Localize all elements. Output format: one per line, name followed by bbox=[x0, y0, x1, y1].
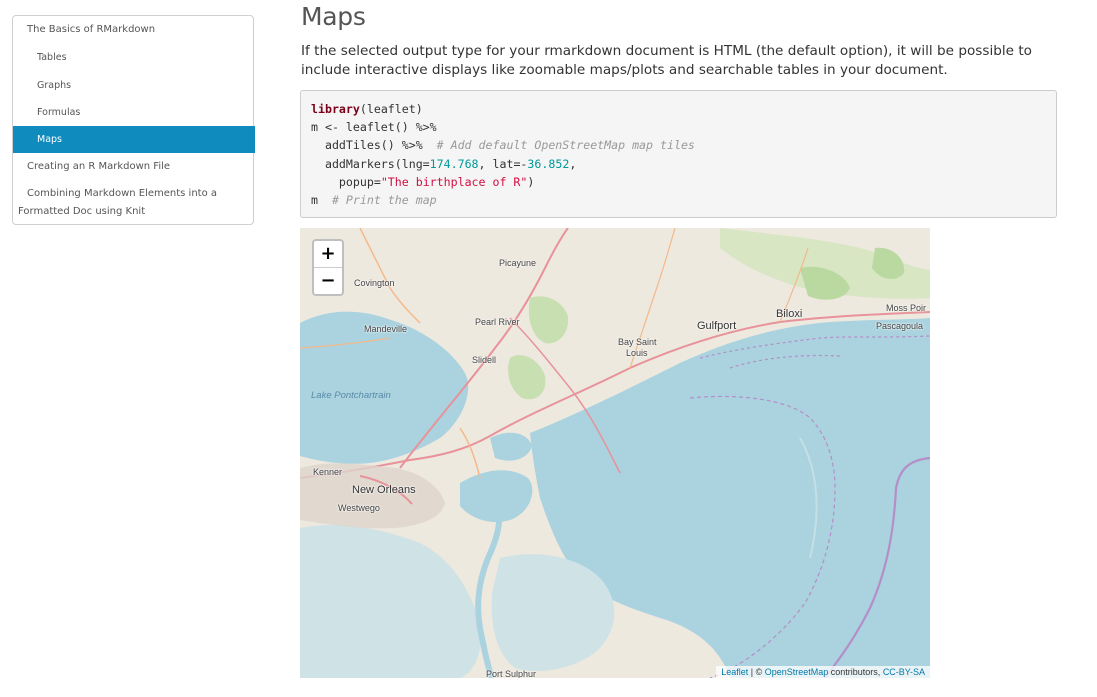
code-text: popup= bbox=[311, 174, 381, 189]
table-of-contents: The Basics of RMarkdown Tables Graphs Fo… bbox=[12, 15, 255, 225]
code-text: m bbox=[311, 193, 332, 208]
code-keyword: library bbox=[311, 102, 360, 116]
place-label-covington: Covington bbox=[354, 278, 395, 288]
map-tiles[interactable] bbox=[300, 228, 930, 678]
place-label-pearl-river: Pearl River bbox=[475, 317, 520, 327]
toc-item-combining-elements-line2[interactable]: Formatted Doc using Knit bbox=[13, 205, 253, 219]
place-label-slidell: Slidell bbox=[472, 355, 497, 365]
place-label-biloxi: Biloxi bbox=[776, 308, 803, 320]
code-number: 174.768 bbox=[429, 156, 479, 171]
code-text: , lat=- bbox=[478, 156, 528, 171]
code-block: library(leaflet) m <- leaflet() %>% addT… bbox=[300, 90, 1057, 218]
code-comment: # Add default OpenStreetMap map tiles bbox=[436, 138, 695, 153]
attribution-separator: | © bbox=[748, 667, 765, 677]
openstreetmap-link[interactable]: OpenStreetMap bbox=[765, 667, 829, 677]
toc-item-tables[interactable]: Tables bbox=[13, 51, 253, 65]
place-label-kenner: Kenner bbox=[313, 467, 343, 477]
place-label-port-sulphur: Port Sulphur bbox=[486, 669, 537, 678]
code-text: addTiles() %>% bbox=[311, 138, 437, 153]
place-label-bay-saint-louis-2: Louis bbox=[626, 348, 648, 358]
attribution-contributors: contributors, bbox=[828, 667, 883, 677]
leaflet-map[interactable]: Picayune Covington Mandeville Pearl Rive… bbox=[300, 228, 930, 678]
code-number: 36.852 bbox=[527, 156, 570, 171]
place-label-mandeville: Mandeville bbox=[364, 324, 408, 334]
code-text: addMarkers(lng= bbox=[311, 156, 430, 171]
zoom-in-button[interactable]: + bbox=[314, 241, 342, 268]
place-label-westwego: Westwego bbox=[338, 503, 380, 513]
place-label-new-orleans: New Orleans bbox=[352, 484, 416, 496]
intro-paragraph: If the selected output type for your rma… bbox=[301, 43, 1032, 78]
toc-item-formulas[interactable]: Formulas bbox=[13, 106, 253, 120]
code-text: m <- leaflet() %>% bbox=[311, 120, 437, 135]
code-string: "The birthplace of R" bbox=[380, 174, 528, 189]
place-label-moss-point: Moss Poir bbox=[886, 303, 927, 313]
license-link[interactable]: CC-BY-SA bbox=[883, 667, 925, 677]
toc-item-combining-elements[interactable]: Combining Markdown Elements into a bbox=[13, 187, 253, 201]
code-text: ) bbox=[527, 174, 535, 189]
place-label-bay-saint-louis: Bay Saint bbox=[618, 337, 657, 347]
toc-item-graphs[interactable]: Graphs bbox=[13, 79, 253, 93]
place-label-gulfport: Gulfport bbox=[697, 320, 737, 332]
toc-item-creating-r-markdown-file[interactable]: Creating an R Markdown File bbox=[13, 160, 253, 174]
zoom-control: + − bbox=[312, 239, 344, 296]
place-label-picayune: Picayune bbox=[499, 258, 537, 268]
place-label-lake-pontchartrain: Lake Pontchartrain bbox=[311, 390, 391, 401]
toc-item-basics-of-rmarkdown[interactable]: The Basics of RMarkdown bbox=[13, 23, 253, 37]
code-text: (leaflet) bbox=[359, 102, 423, 116]
zoom-out-button[interactable]: − bbox=[314, 268, 342, 294]
code-comment: # Print the map bbox=[331, 193, 437, 208]
leaflet-link[interactable]: Leaflet bbox=[721, 667, 748, 677]
map-attribution: Leaflet | © OpenStreetMap contributors, … bbox=[716, 666, 930, 678]
page-title: Maps bbox=[301, 2, 366, 31]
code-text: , bbox=[569, 156, 577, 171]
toc-item-maps[interactable]: Maps bbox=[13, 126, 255, 153]
place-label-pascagoula: Pascagoula bbox=[876, 321, 924, 331]
